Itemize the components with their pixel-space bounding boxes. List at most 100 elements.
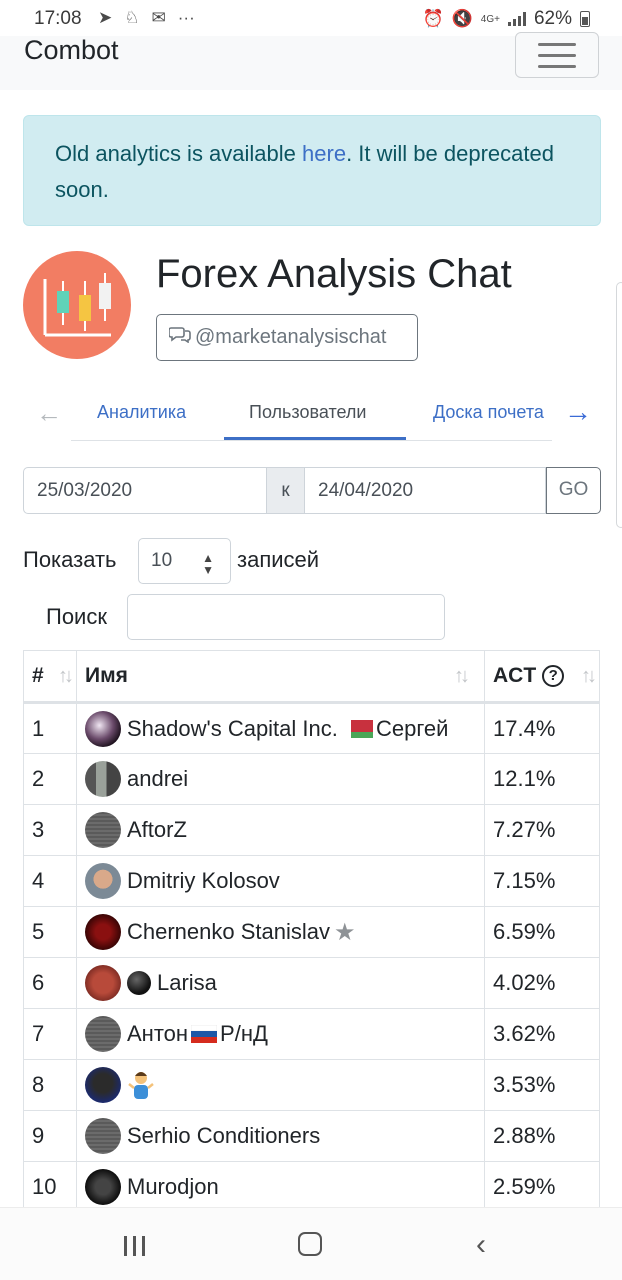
date-to-input[interactable]: 24/04/2020 — [304, 467, 546, 514]
tab-leaderboard[interactable]: Доска почета — [433, 402, 544, 423]
row-name[interactable]: Антон Р/нД — [76, 1008, 485, 1060]
tabs-scroll-right-icon[interactable]: → — [564, 396, 592, 428]
chat-bubbles-icon — [168, 315, 195, 359]
avatar — [85, 710, 121, 747]
row-name[interactable]: Serhio Conditioners — [76, 1110, 485, 1162]
table-row[interactable]: 8 3.53% — [23, 1059, 600, 1111]
row-name[interactable]: andrei — [76, 753, 485, 805]
mute-icon: 🔇 — [451, 9, 473, 28]
battery-icon — [580, 11, 590, 27]
old-analytics-link[interactable]: here — [302, 141, 346, 166]
tabs-scroll-left-icon[interactable]: ← — [36, 398, 62, 429]
table-row[interactable]: 7 Антон Р/нД 3.62% — [23, 1008, 600, 1060]
row-num: 6 — [23, 957, 77, 1009]
brand-link[interactable]: Combot — [24, 36, 119, 64]
alarm-icon: ⏰ — [422, 9, 444, 28]
table-row[interactable]: 5 Chernenko Stanislav ★ 6.59% — [23, 906, 600, 958]
table-row[interactable]: 9 Serhio Conditioners 2.88% — [23, 1110, 600, 1162]
table-row[interactable]: 4 Dmitriy Kolosov 7.15% — [23, 855, 600, 907]
chat-handle-button[interactable]: @marketanalysischat — [156, 314, 418, 361]
avatar — [85, 1067, 121, 1103]
tab-bar: ← Аналитика Пользователи Доска почета → — [0, 382, 622, 444]
chat-title: Forex Analysis Chat — [156, 252, 512, 296]
telegram-icon: ➤ — [98, 8, 113, 27]
table-row[interactable]: 6 Larisa 4.02% — [23, 957, 600, 1009]
row-act: 17.4% — [484, 702, 600, 754]
row-num: 10 — [23, 1161, 77, 1213]
row-name[interactable]: Larisa — [76, 957, 485, 1009]
row-act: 3.53% — [484, 1059, 600, 1111]
old-analytics-alert: Old analytics is available here. It will… — [23, 115, 601, 226]
star-icon: ★ — [334, 918, 356, 946]
row-num: 3 — [23, 804, 77, 856]
candlestick-chart-icon — [43, 273, 111, 337]
app-notification-icon: ♘ — [124, 8, 140, 27]
table-row[interactable]: 3 AftorZ 7.27% — [23, 804, 600, 856]
home-icon[interactable] — [298, 1232, 322, 1256]
row-act: 2.59% — [484, 1161, 600, 1213]
tab-analytics[interactable]: Аналитика — [97, 402, 186, 423]
sort-icon: ↑↓ — [58, 665, 74, 687]
back-icon[interactable]: ‹ — [476, 1228, 486, 1262]
status-notification-icons: ➤ ♘ ✉ ··· — [98, 8, 195, 28]
avatar — [85, 1016, 121, 1052]
avatar — [85, 1118, 121, 1154]
table-row[interactable]: 1 Shadow's Capital Inc. Сергей 17.4% — [23, 702, 600, 754]
avatar — [85, 863, 121, 899]
row-name[interactable]: AftorZ — [76, 804, 485, 856]
row-name[interactable]: Dmitriy Kolosov — [76, 855, 485, 907]
row-act: 6.59% — [484, 906, 600, 958]
mail-icon: ✉ — [151, 8, 166, 27]
table-row[interactable]: 2 andrei 12.1% — [23, 753, 600, 805]
row-name[interactable]: Murodjon — [76, 1161, 485, 1213]
row-act: 4.02% — [484, 957, 600, 1009]
row-num: 5 — [23, 906, 77, 958]
col-header-num[interactable]: # ↑↓ — [23, 650, 77, 704]
date-range-group: 25/03/2020 к 24/04/2020 GO — [23, 467, 601, 514]
col-header-name[interactable]: Имя ↑↓ — [76, 650, 485, 704]
row-num: 8 — [23, 1059, 77, 1111]
search-label: Поиск — [46, 604, 107, 629]
row-name[interactable]: Chernenko Stanislav ★ — [76, 906, 485, 958]
search-input[interactable] — [127, 594, 445, 640]
russia-flag-icon — [191, 1025, 218, 1043]
chat-logo — [23, 251, 131, 359]
avatar — [85, 761, 121, 797]
row-num: 7 — [23, 1008, 77, 1060]
network-type-icon: 4G+ — [480, 13, 500, 25]
tab-users[interactable]: Пользователи — [249, 402, 366, 423]
recent-apps-icon[interactable] — [124, 1236, 145, 1256]
shrug-person-emoji-icon — [128, 1072, 154, 1099]
avatar — [85, 965, 121, 1001]
dark-face-emoji-icon — [127, 971, 151, 995]
select-caret-icon: ▲ ▼ — [202, 551, 214, 577]
users-table: # ↑↓ Имя ↑↓ ACT? ↑↓ 1 Shadow's Capital Inc.… — [23, 650, 600, 1213]
page-size-select[interactable]: 10 ▲ ▼ — [138, 538, 231, 584]
android-nav-bar: ‹ — [0, 1207, 622, 1280]
row-act: 7.27% — [484, 804, 600, 856]
belarus-flag-icon — [347, 719, 373, 738]
row-name[interactable]: Shadow's Capital Inc. Сергей — [76, 702, 485, 754]
signal-icon — [507, 12, 526, 26]
hamburger-icon — [538, 43, 576, 46]
row-act: 2.88% — [484, 1110, 600, 1162]
row-num: 9 — [23, 1110, 77, 1162]
sort-icon: ↑↓ — [454, 665, 470, 687]
col-header-act[interactable]: ACT? ↑↓ — [484, 650, 600, 704]
active-tab-indicator — [224, 437, 406, 440]
date-range-separator: к — [267, 467, 304, 514]
more-icon: ··· — [177, 8, 195, 27]
row-num: 4 — [23, 855, 77, 907]
table-row[interactable]: 10 Murodjon 2.59% — [23, 1161, 600, 1213]
date-from-input[interactable]: 25/03/2020 — [23, 467, 267, 514]
table-header-row: # ↑↓ Имя ↑↓ ACT? ↑↓ — [23, 650, 600, 704]
records-label: записей — [237, 547, 320, 572]
go-button[interactable]: GO — [546, 467, 601, 514]
sort-icon: ↑↓ — [581, 665, 597, 687]
page-size-label: Показать — [23, 547, 117, 572]
menu-toggle-button[interactable] — [515, 32, 599, 78]
row-name[interactable] — [76, 1059, 485, 1111]
tabs-list: Аналитика Пользователи Доска почета — [71, 382, 552, 441]
help-icon[interactable]: ? — [542, 665, 565, 687]
avatar — [85, 1169, 121, 1205]
